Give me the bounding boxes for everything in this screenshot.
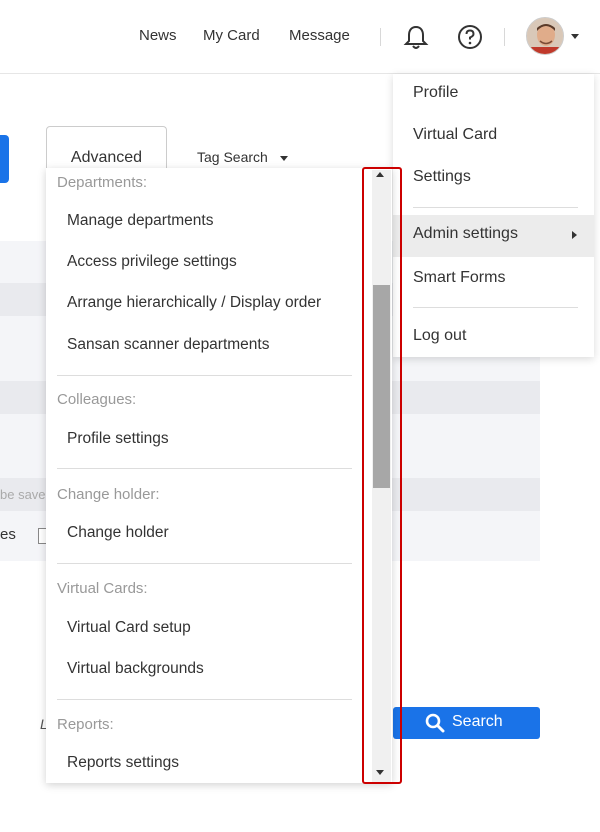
admin-settings-submenu: Departments: Manage departments Access p… bbox=[46, 168, 392, 783]
submenu-divider bbox=[57, 375, 352, 376]
submenu-arrow-icon bbox=[572, 231, 577, 239]
search-button[interactable]: Search bbox=[393, 707, 540, 739]
menu-item-admin-settings[interactable]: Admin settings bbox=[393, 215, 594, 257]
section-heading-reports: Reports: bbox=[57, 716, 114, 733]
partial-form-text: be save bbox=[0, 487, 46, 502]
menu-item-virtual-card[interactable]: Virtual Card bbox=[393, 116, 594, 156]
submenu-item-virtual-card-setup[interactable]: Virtual Card setup bbox=[46, 609, 366, 647]
menu-item-smart-forms[interactable]: Smart Forms bbox=[393, 259, 594, 299]
scrollbar-highlight-box bbox=[362, 167, 402, 784]
menu-item-settings[interactable]: Settings bbox=[393, 158, 594, 198]
submenu-divider bbox=[57, 699, 352, 700]
submenu-item-access-privilege-settings[interactable]: Access privilege settings bbox=[46, 243, 366, 281]
section-heading-colleagues: Colleagues: bbox=[57, 391, 137, 408]
partial-form-label: es bbox=[0, 526, 16, 543]
user-avatar[interactable] bbox=[526, 17, 564, 55]
help-icon[interactable] bbox=[455, 22, 485, 52]
submenu-divider bbox=[57, 468, 352, 469]
nav-news-link[interactable]: News bbox=[139, 27, 177, 44]
submenu-item-sansan-scanner-departments[interactable]: Sansan scanner departments bbox=[46, 326, 366, 364]
nav-message-link[interactable]: Message bbox=[289, 27, 350, 44]
submenu-item-change-holder[interactable]: Change holder bbox=[46, 514, 366, 552]
header-divider bbox=[380, 28, 381, 46]
submenu-item-arrange-hierarchically[interactable]: Arrange hierarchically / Display order bbox=[46, 284, 366, 322]
submenu-item-manage-departments[interactable]: Manage departments bbox=[46, 202, 366, 240]
search-icon bbox=[425, 713, 445, 733]
submenu-divider bbox=[57, 563, 352, 564]
menu-item-profile[interactable]: Profile bbox=[393, 74, 594, 114]
tag-search-caret-icon[interactable] bbox=[280, 156, 288, 161]
bell-icon[interactable] bbox=[401, 22, 431, 52]
menu-divider bbox=[413, 207, 578, 208]
avatar-caret-icon[interactable] bbox=[571, 34, 579, 39]
header-divider bbox=[504, 28, 505, 46]
search-button-label: Search bbox=[452, 713, 503, 730]
menu-divider bbox=[413, 307, 578, 308]
menu-item-admin-settings-label: Admin settings bbox=[413, 225, 518, 242]
submenu-item-reports-settings[interactable]: Reports settings bbox=[46, 744, 366, 782]
section-heading-virtual-cards: Virtual Cards: bbox=[57, 580, 148, 597]
submenu-item-virtual-backgrounds[interactable]: Virtual backgrounds bbox=[46, 650, 366, 688]
user-dropdown-menu: Profile Virtual Card Settings Admin sett… bbox=[393, 74, 594, 357]
section-heading-change-holder: Change holder: bbox=[57, 486, 160, 503]
tag-search-dropdown[interactable]: Tag Search bbox=[197, 149, 268, 165]
primary-tab-edge[interactable] bbox=[0, 135, 9, 183]
submenu-item-profile-settings[interactable]: Profile settings bbox=[46, 420, 366, 458]
avatar-photo-icon bbox=[527, 18, 563, 54]
menu-item-log-out[interactable]: Log out bbox=[393, 317, 594, 357]
section-heading-departments: Departments: bbox=[57, 174, 148, 191]
nav-my-card-link[interactable]: My Card bbox=[203, 27, 260, 44]
top-header: News My Card Message bbox=[0, 0, 600, 74]
